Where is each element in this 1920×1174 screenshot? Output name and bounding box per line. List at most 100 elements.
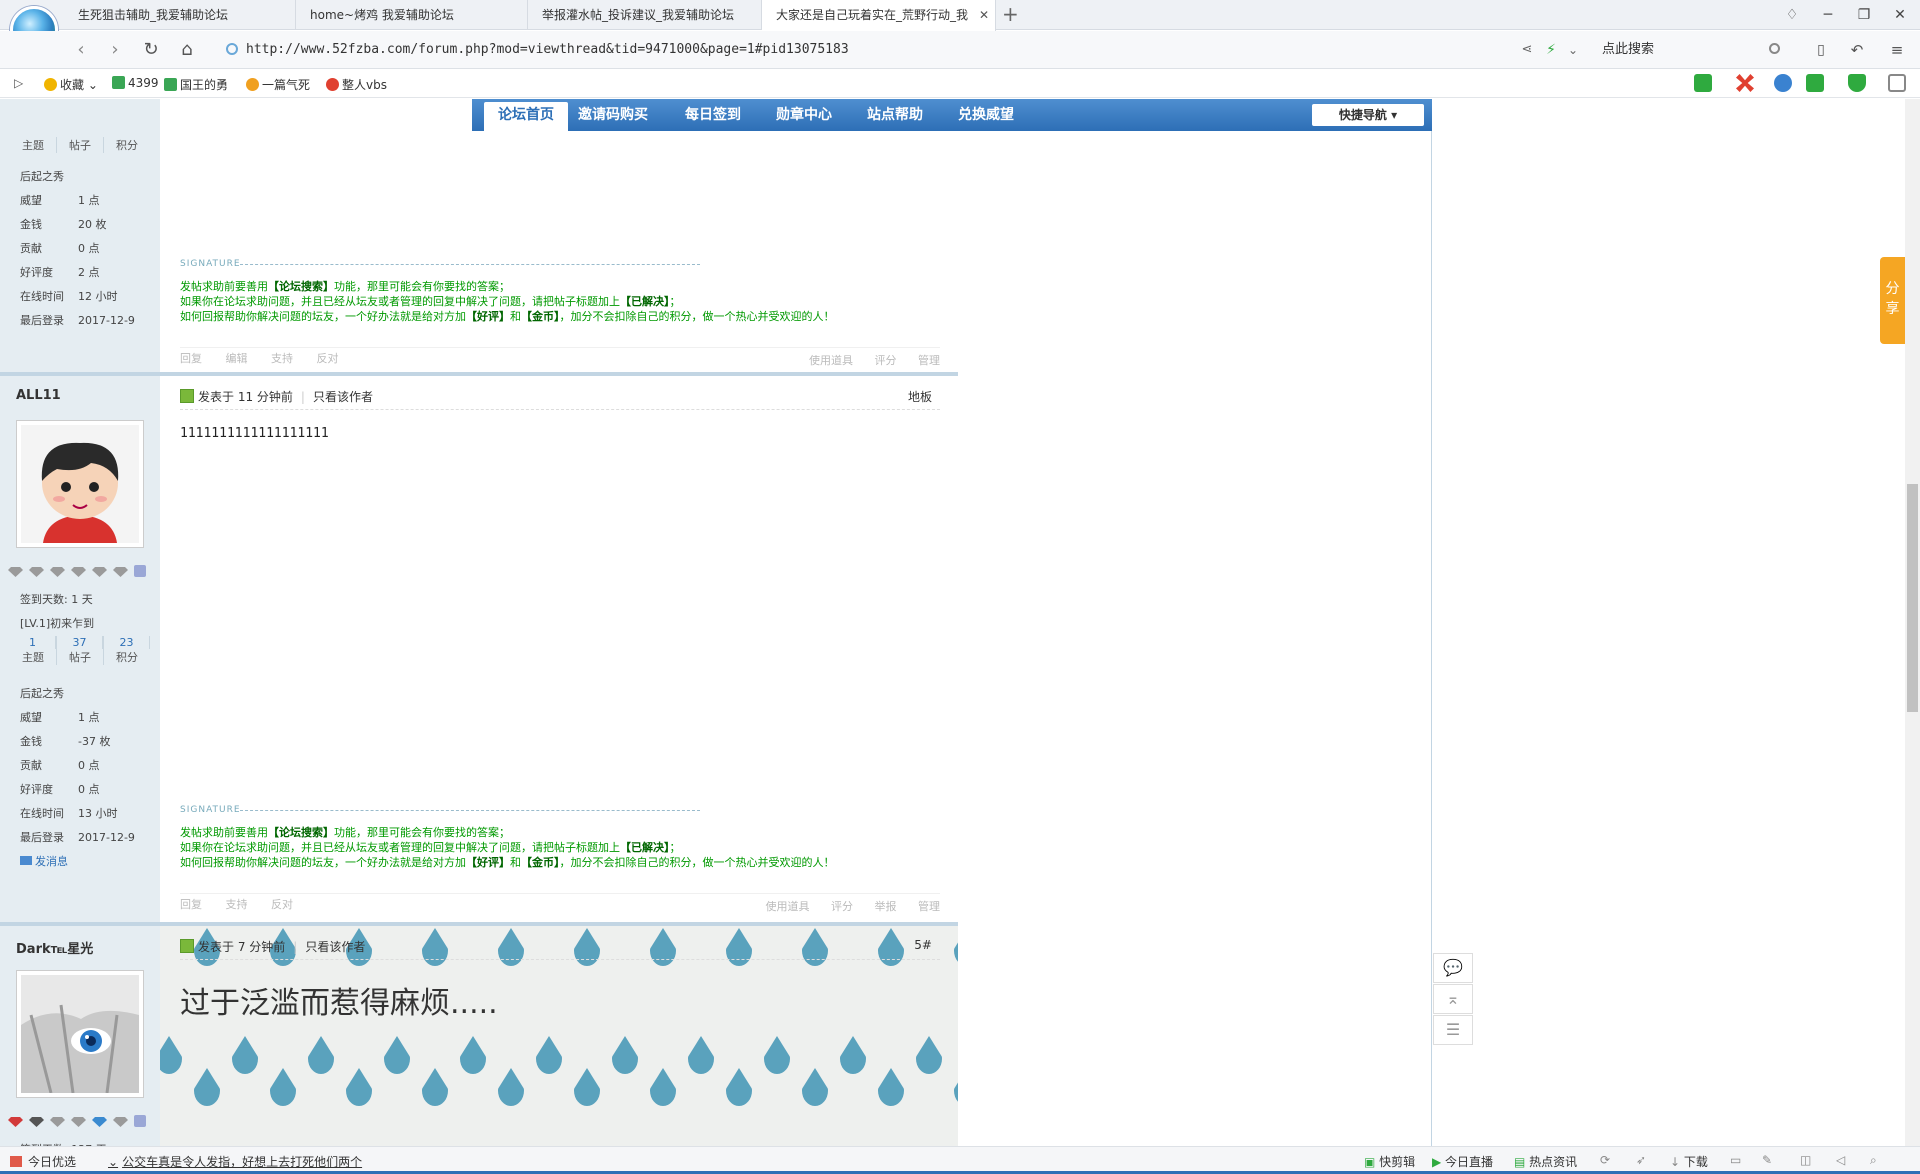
rate-button[interactable]: 评分: [875, 354, 897, 367]
count-topics[interactable]: 1 主题: [10, 636, 57, 665]
use-item-button[interactable]: 使用道具: [766, 900, 810, 913]
forward-icon[interactable]: ›: [104, 39, 126, 61]
browser-tab[interactable]: home~烤鸡 我爱辅助论坛: [296, 0, 528, 30]
reply-float-icon[interactable]: 💬: [1433, 953, 1473, 983]
send-message-link[interactable]: 发消息: [20, 850, 135, 874]
apps-icon[interactable]: [1888, 74, 1906, 92]
quick-clip-button[interactable]: ▣ 快剪辑: [1364, 1153, 1415, 1170]
rate-button[interactable]: 评分: [831, 900, 853, 913]
chevron-down-icon[interactable]: ⌄: [1562, 39, 1584, 61]
sidebar-toggle-icon[interactable]: ▷: [14, 76, 23, 90]
reply-button[interactable]: 回复: [180, 898, 202, 911]
close-tab-icon[interactable]: ✕: [979, 0, 989, 30]
game-icon[interactable]: [1806, 74, 1824, 92]
medal-icon[interactable]: [113, 1117, 128, 1127]
edit-button[interactable]: 编辑: [226, 352, 248, 365]
back-icon[interactable]: ‹: [70, 39, 92, 61]
oppose-button[interactable]: 反对: [317, 352, 339, 365]
zoom-icon[interactable]: ⌕: [1870, 1153, 1877, 1168]
live-button[interactable]: ▶ 今日直播: [1432, 1153, 1493, 1170]
medal-icon[interactable]: [8, 1117, 23, 1127]
support-button[interactable]: 支持: [271, 352, 293, 365]
medal-icon[interactable]: [92, 567, 107, 577]
avatar[interactable]: [16, 420, 144, 548]
manage-button[interactable]: 管理: [918, 900, 940, 913]
bookmark-item[interactable]: 国王的勇: [164, 76, 228, 93]
nav-medals[interactable]: 勋章中心: [776, 99, 832, 131]
shield-icon[interactable]: [1848, 74, 1866, 92]
bookmark-item[interactable]: 收藏 ⌄: [44, 76, 98, 93]
scrollbar-thumb[interactable]: [1907, 484, 1918, 712]
home-icon[interactable]: ⌂: [176, 39, 198, 61]
nav-invite-code[interactable]: 邀请码购买: [578, 99, 648, 131]
close-window-button[interactable]: ✕: [1882, 0, 1918, 30]
nav-help[interactable]: 站点帮助: [867, 99, 923, 131]
count-points[interactable]: 23 积分: [104, 636, 150, 665]
hot-news-button[interactable]: ▤ 热点资讯: [1514, 1153, 1577, 1170]
magnifier-icon[interactable]: [1774, 74, 1792, 92]
reload-icon[interactable]: ↻: [140, 39, 162, 61]
help-icon[interactable]: [134, 1115, 146, 1127]
news-ticker[interactable]: ⌄ 公交车真是令人发指，好想上去打死他们两个: [108, 1153, 362, 1170]
medal-icon[interactable]: [71, 1117, 86, 1127]
address-bar[interactable]: http://www.52fzba.com/forum.php?mod=view…: [220, 37, 1610, 63]
count-posts[interactable]: 37 帖子: [57, 636, 104, 665]
search-icon[interactable]: [1769, 43, 1780, 54]
bookmark-item[interactable]: 整人vbs: [326, 76, 387, 93]
volume-icon[interactable]: ◁: [1836, 1153, 1845, 1167]
author-name[interactable]: ALL11: [16, 388, 61, 403]
nav-exchange[interactable]: 兑换威望: [958, 99, 1014, 131]
medal-icon[interactable]: [8, 567, 23, 577]
today-picks[interactable]: 今日优选: [10, 1153, 76, 1170]
browser-tab[interactable]: 生死狙击辅助_我爱辅助论坛: [64, 0, 296, 30]
use-item-button[interactable]: 使用道具: [809, 354, 853, 367]
share-button[interactable]: 分享: [1880, 257, 1905, 344]
cleanup-icon[interactable]: ✎: [1762, 1153, 1772, 1167]
author-name[interactable]: Dark℡星光: [16, 938, 93, 957]
back-to-top-icon[interactable]: ⌅: [1433, 984, 1473, 1014]
medal-icon[interactable]: [29, 1117, 44, 1127]
scrollbar[interactable]: [1905, 99, 1920, 1146]
screen-icon[interactable]: ◫: [1800, 1153, 1811, 1167]
menu-icon[interactable]: ≡: [1886, 39, 1908, 61]
download-button[interactable]: ↓ 下载: [1670, 1153, 1708, 1170]
medal-icon[interactable]: [50, 1117, 65, 1127]
medal-icon[interactable]: [50, 567, 65, 577]
list-icon[interactable]: ☰: [1433, 1015, 1473, 1045]
oppose-button[interactable]: 反对: [271, 898, 293, 911]
browser-tab-active[interactable]: 大家还是自己玩着实在_荒野行动_我 ✕: [762, 0, 996, 31]
medal-icon[interactable]: [113, 567, 128, 577]
translate-icon[interactable]: [1694, 74, 1712, 92]
reply-button[interactable]: 回复: [180, 352, 202, 365]
medal-icon[interactable]: [29, 567, 44, 577]
rocket-icon[interactable]: ➶: [1636, 1153, 1646, 1167]
refresh-status-icon[interactable]: ⟳: [1600, 1153, 1610, 1167]
medal-icon[interactable]: [71, 567, 86, 577]
nav-daily-signin[interactable]: 每日签到: [685, 99, 741, 131]
share-link-icon[interactable]: ⋖: [1516, 39, 1538, 61]
report-button[interactable]: 举报: [875, 900, 897, 913]
only-author-link[interactable]: 只看该作者: [313, 390, 373, 404]
help-icon[interactable]: [134, 565, 146, 577]
minimize-button[interactable]: ─: [1810, 0, 1846, 30]
bookmark-item[interactable]: 4399: [112, 76, 159, 90]
bookmark-page-icon[interactable]: ▯: [1810, 39, 1832, 61]
search-input[interactable]: 点此搜索: [1592, 37, 1788, 63]
undo-icon[interactable]: ↶: [1846, 39, 1868, 61]
floor-number[interactable]: 5#: [914, 938, 932, 952]
browser-tab[interactable]: 举报灌水帖_投诉建议_我爱辅助论坛: [528, 0, 762, 30]
window-icon[interactable]: ▭: [1730, 1153, 1741, 1167]
new-tab-button[interactable]: +: [1002, 2, 1019, 26]
manage-button[interactable]: 管理: [918, 354, 940, 367]
avatar[interactable]: [16, 970, 144, 1098]
nav-forum-home[interactable]: 论坛首页: [484, 102, 568, 131]
speed-icon[interactable]: ⚡: [1540, 39, 1562, 61]
bookmark-item[interactable]: 一篇气死: [246, 76, 310, 93]
skin-icon[interactable]: ♢: [1774, 0, 1810, 30]
medal-icon[interactable]: [92, 1117, 107, 1127]
only-author-link[interactable]: 只看该作者: [305, 940, 365, 954]
quick-nav-button[interactable]: 快捷导航 ▾: [1312, 104, 1424, 126]
floor-number[interactable]: 地板: [908, 388, 932, 405]
support-button[interactable]: 支持: [226, 898, 248, 911]
restore-button[interactable]: ❐: [1846, 0, 1882, 30]
